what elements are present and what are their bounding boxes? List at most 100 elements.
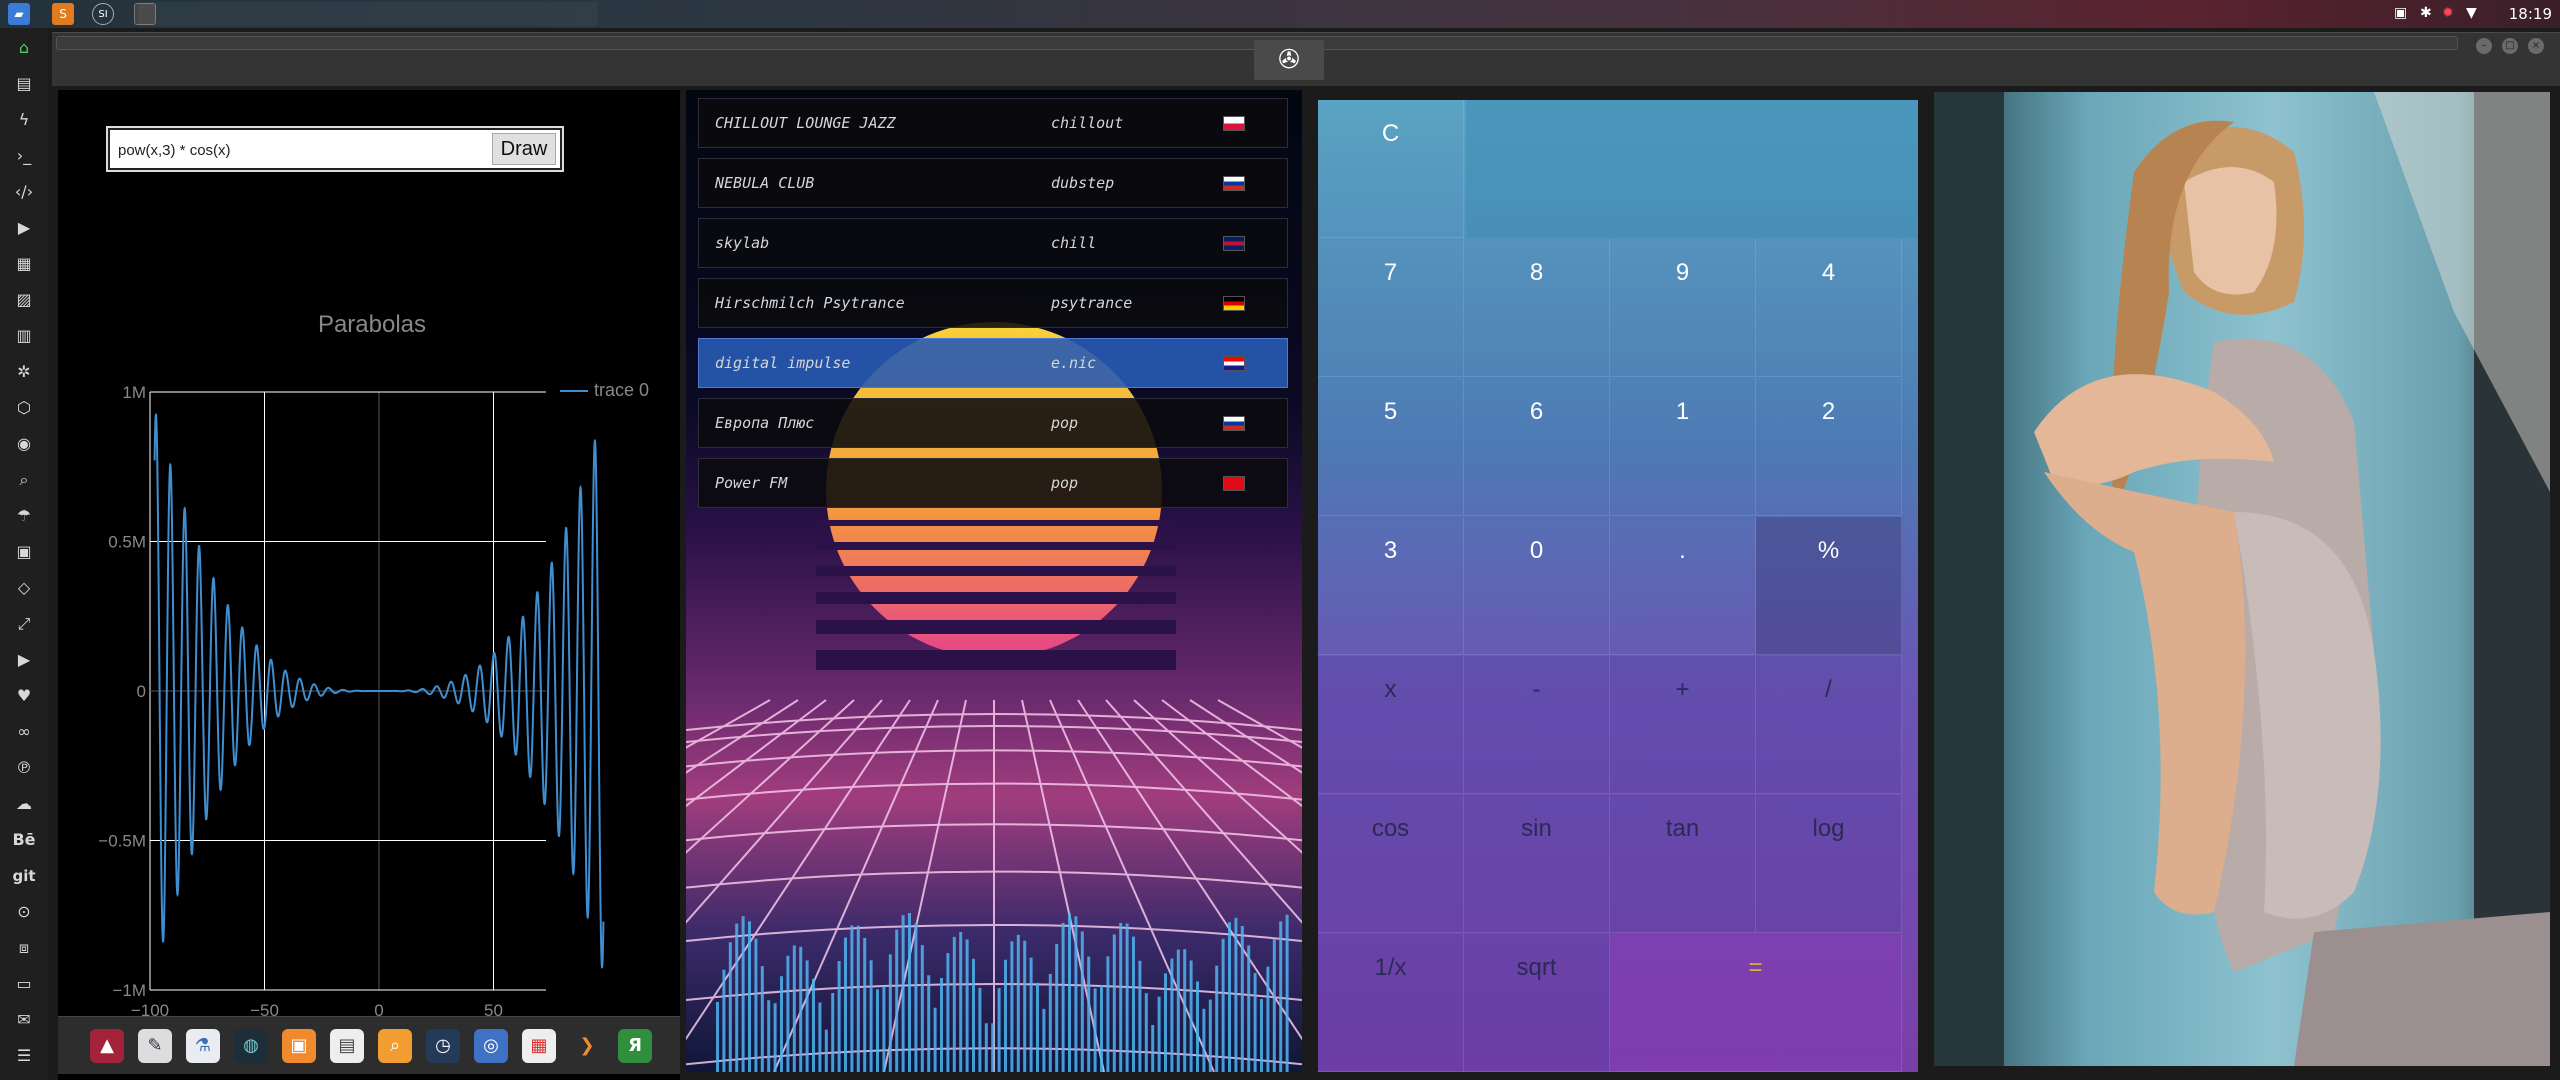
contacts-icon[interactable]: ▣ xyxy=(12,540,36,564)
station-row[interactable]: NEBULA CLUB dubstep xyxy=(698,158,1288,208)
browser-icon[interactable]: ▤ xyxy=(330,1029,364,1063)
bottom-dock: ▲ ✎ ⚗ ◍ ▣ ▤ ⌕ ◷ ◎ ▦ ❯ Я xyxy=(58,1016,680,1074)
heart-icon[interactable]: ♥ xyxy=(12,684,36,708)
station-row[interactable]: Европа Плюс pop xyxy=(698,398,1288,448)
flag-russia-icon xyxy=(1223,416,1245,431)
arrow-app-icon[interactable]: ❯ xyxy=(570,1029,604,1063)
files-icon[interactable]: ▦ xyxy=(12,252,36,276)
calc-key-sqrt[interactable]: sqrt xyxy=(1464,934,1610,1072)
bluetooth-icon[interactable]: ✱ xyxy=(2420,5,2432,21)
y-tick-label: 0.5M xyxy=(108,533,146,552)
git-icon[interactable]: git xyxy=(12,864,36,888)
calc-key-decimal[interactable]: . xyxy=(1610,517,1756,655)
calc-key-equals[interactable]: = xyxy=(1610,934,1902,1072)
github-icon[interactable]: ⊙ xyxy=(12,900,36,924)
photos-icon[interactable]: ▣ xyxy=(282,1029,316,1063)
flask-icon[interactable]: ⚗ xyxy=(186,1029,220,1063)
play-icon[interactable]: ▶ xyxy=(12,216,36,240)
home-icon[interactable]: ⌂ xyxy=(12,36,36,60)
cubes-icon[interactable]: ⧈ xyxy=(12,936,36,960)
calc-key-minus[interactable]: - xyxy=(1464,656,1610,794)
calc-key-percent[interactable]: % xyxy=(1756,517,1902,655)
youtube-icon[interactable]: ▶ xyxy=(12,648,36,672)
behance-icon[interactable]: Bē xyxy=(12,828,36,852)
tag-icon[interactable]: ◇ xyxy=(12,576,36,600)
station-row[interactable]: skylab chill xyxy=(698,218,1288,268)
calc-key-reciprocal[interactable]: 1/x xyxy=(1318,934,1464,1072)
terminal-icon[interactable]: ›_ xyxy=(12,144,36,168)
clock-app-icon[interactable]: ◷ xyxy=(426,1029,460,1063)
image-tray-icon[interactable]: ▣ xyxy=(2394,5,2407,21)
calc-key-5[interactable]: 5 xyxy=(1318,378,1464,516)
calc-key-tan[interactable]: tan xyxy=(1610,795,1756,933)
station-name: digital impulse xyxy=(715,354,851,372)
bolt-icon[interactable]: ϟ xyxy=(12,108,36,132)
umbrella-icon[interactable]: ☂ xyxy=(12,504,36,528)
clock[interactable]: 18:19 xyxy=(2509,5,2552,23)
calc-key-plus[interactable]: + xyxy=(1610,656,1756,794)
station-row[interactable]: digital impulse e.nic xyxy=(698,338,1288,388)
taskbar-area xyxy=(138,2,598,26)
radio-panel: CHILLOUT LOUNGE JAZZ chillout NEBULA CLUB d… xyxy=(686,90,1302,1072)
rebel-logo-icon[interactable]: ✇ xyxy=(1254,40,1324,80)
alert-icon[interactable]: ✹ xyxy=(2442,5,2454,21)
arch-icon[interactable]: ▲ xyxy=(90,1029,124,1063)
pinterest-icon[interactable]: ℗ xyxy=(12,756,36,780)
calc-key-8[interactable]: 8 xyxy=(1464,239,1610,377)
image-icon[interactable]: ▨ xyxy=(12,288,36,312)
calc-key-cos[interactable]: cos xyxy=(1318,795,1464,933)
list-icon[interactable]: ☰ xyxy=(12,1044,36,1068)
code-icon[interactable]: ‹/› xyxy=(12,180,36,204)
yandex-icon[interactable]: Я xyxy=(618,1029,652,1063)
settings-icon[interactable]: ✲ xyxy=(12,360,36,384)
network-icon[interactable]: ⬡ xyxy=(12,396,36,420)
wifi-icon[interactable]: ▼ xyxy=(2466,5,2477,21)
files-icon[interactable]: ▰ xyxy=(8,3,30,25)
calc-key-divide[interactable]: / xyxy=(1756,656,1902,794)
calc-key-9[interactable]: 9 xyxy=(1610,239,1756,377)
rebel-icon[interactable]: SI xyxy=(92,3,114,25)
calc-key-multiply[interactable]: x xyxy=(1318,656,1464,794)
calc-key-sin[interactable]: sin xyxy=(1464,795,1610,933)
station-genre: pop xyxy=(1051,474,1079,492)
station-genre: chill xyxy=(1051,234,1097,252)
document-icon[interactable]: ▤ xyxy=(12,72,36,96)
planet-icon[interactable]: ◍ xyxy=(234,1029,268,1063)
minimize-icon[interactable]: – xyxy=(2476,38,2492,54)
expression-input[interactable] xyxy=(118,138,488,162)
sublime-icon[interactable]: S xyxy=(52,3,74,25)
calc-clear-button[interactable]: C xyxy=(1318,100,1464,238)
calc-key-1[interactable]: 1 xyxy=(1610,378,1756,516)
search-icon[interactable]: ⌕ xyxy=(12,468,36,492)
calc-key-6[interactable]: 6 xyxy=(1464,378,1610,516)
expand-icon[interactable]: ⤢ xyxy=(12,612,36,636)
mail-icon[interactable]: ✉ xyxy=(12,1008,36,1032)
station-genre: pop xyxy=(1051,414,1079,432)
editor-icon[interactable]: ✎ xyxy=(138,1029,172,1063)
station-genre: chillout xyxy=(1051,114,1124,132)
search-app-icon[interactable]: ⌕ xyxy=(378,1029,412,1063)
calendar-icon[interactable]: ▦ xyxy=(522,1029,556,1063)
station-row[interactable]: Hirschmilch Psytrance psytrance xyxy=(698,278,1288,328)
calc-key-2[interactable]: 2 xyxy=(1756,378,1902,516)
globe-icon[interactable]: ◉ xyxy=(12,432,36,456)
calc-key-4[interactable]: 4 xyxy=(1756,239,1902,377)
close-icon[interactable]: × xyxy=(2528,38,2544,54)
calc-key-log[interactable]: log xyxy=(1756,795,1902,933)
station-row[interactable]: Power FM pop xyxy=(698,458,1288,508)
woman-photo xyxy=(1934,92,2550,1066)
station-name: Power FM xyxy=(715,474,788,492)
news-icon[interactable]: ▥ xyxy=(12,324,36,348)
station-row[interactable]: CHILLOUT LOUNGE JAZZ chillout xyxy=(698,98,1288,148)
y-tick-label: −1M xyxy=(112,981,146,1000)
draw-button[interactable]: Draw xyxy=(492,133,556,165)
calc-key-3[interactable]: 3 xyxy=(1318,517,1464,655)
cloud-icon[interactable]: ☁ xyxy=(12,792,36,816)
calc-key-7[interactable]: 7 xyxy=(1318,239,1464,377)
calc-key-0[interactable]: 0 xyxy=(1464,517,1610,655)
map-icon[interactable]: ▭ xyxy=(12,972,36,996)
y-tick-label: 0 xyxy=(137,682,146,701)
globe-app-icon[interactable]: ◎ xyxy=(474,1029,508,1063)
maximize-icon[interactable]: □ xyxy=(2502,38,2518,54)
infinity-icon[interactable]: ∞ xyxy=(12,720,36,744)
